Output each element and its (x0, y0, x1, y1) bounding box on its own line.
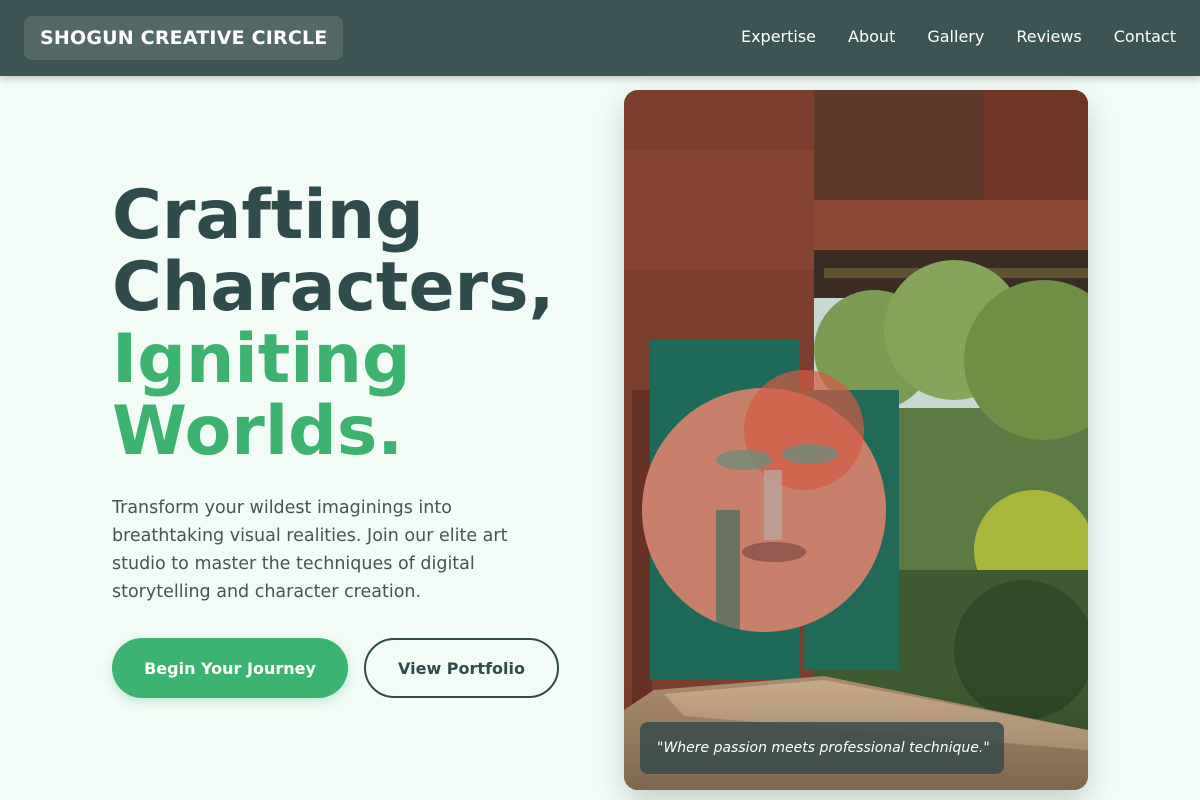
nav-item-gallery[interactable]: Gallery (927, 27, 984, 46)
nav-item-reviews[interactable]: Reviews (1016, 27, 1081, 46)
hero-title: Crafting Characters, Igniting Worlds. (112, 180, 612, 468)
site-header: SHOGUN CREATIVE CIRCLE Expertise About G… (0, 0, 1200, 76)
brand-logo[interactable]: SHOGUN CREATIVE CIRCLE (24, 16, 344, 60)
nav-item-about[interactable]: About (848, 27, 895, 46)
hero-artwork-image (624, 90, 1088, 790)
hero-title-accent-line-2: Worlds. (112, 392, 404, 471)
hero-title-line-1: Crafting (112, 176, 424, 255)
nav-item-contact[interactable]: Contact (1114, 27, 1176, 46)
hero-title-accent-line-1: Igniting (112, 320, 411, 399)
hero-title-line-2: Characters, (112, 248, 555, 327)
begin-journey-button[interactable]: Begin Your Journey (112, 638, 348, 698)
hero-image-card: "Where passion meets professional techni… (624, 90, 1088, 790)
hero-subtitle: Transform your wildest imaginings into b… (112, 498, 508, 602)
view-portfolio-button[interactable]: View Portfolio (364, 638, 559, 698)
nav-item-expertise[interactable]: Expertise (741, 27, 816, 46)
hero-quote: "Where passion meets professional techni… (640, 722, 1004, 774)
main-nav: Expertise About Gallery Reviews Contact (709, 0, 1176, 72)
